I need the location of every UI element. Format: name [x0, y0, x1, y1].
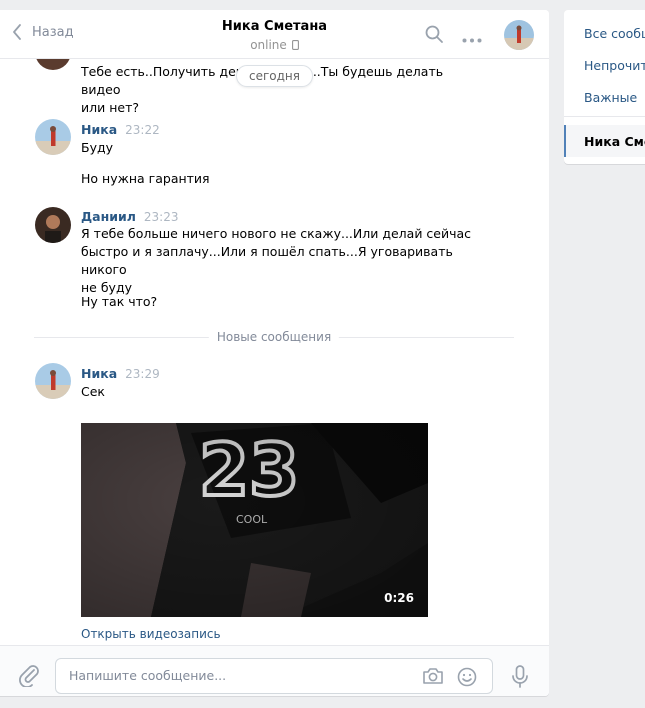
- message-time[interactable]: 23:29: [125, 367, 160, 381]
- online-status: online: [250, 38, 299, 52]
- video-attachment[interactable]: 23 COOL 0:26: [81, 423, 428, 617]
- nav-all-messages[interactable]: Все сообщения: [584, 26, 645, 41]
- message-text: Я тебе больше ничего нового не скажу...И…: [81, 225, 501, 297]
- contact-avatar[interactable]: [504, 20, 534, 50]
- message-input-wrap: [55, 658, 493, 694]
- message-line: или нет?: [81, 100, 139, 115]
- author-name[interactable]: Ника: [81, 122, 117, 137]
- open-video-link[interactable]: Открыть видеозапись: [81, 627, 221, 641]
- folders-panel: Все сообщения Непрочитанные Важные Ника …: [564, 10, 645, 164]
- more-icon[interactable]: [462, 32, 482, 47]
- author-name[interactable]: Ника: [81, 366, 117, 381]
- message-text: Ну так что?: [81, 294, 158, 309]
- status-text: online: [250, 38, 287, 52]
- divider-label: Новые сообщения: [208, 330, 340, 344]
- active-chat-name[interactable]: Ника Сметана: [584, 134, 645, 149]
- smile-icon[interactable]: [456, 666, 478, 692]
- avatar[interactable]: [35, 119, 71, 155]
- message-author[interactable]: Ника 23:22: [81, 122, 160, 137]
- author-name[interactable]: Даниил: [81, 209, 136, 224]
- message-text: Сек: [81, 384, 105, 399]
- message-author[interactable]: Даниил 23:23: [81, 209, 178, 224]
- paperclip-icon[interactable]: [18, 663, 40, 691]
- message-text: Буду: [81, 140, 114, 155]
- date-badge: сегодня: [236, 65, 313, 87]
- avatar[interactable]: [35, 59, 71, 70]
- chat-panel: Назад Ника Сметана online Тебе есть..Пол…: [0, 10, 549, 696]
- panel-divider: [564, 116, 645, 117]
- video-thumbnail: 23 COOL: [81, 423, 428, 617]
- nav-unread[interactable]: Непрочитанные: [584, 58, 645, 73]
- avatar[interactable]: [35, 207, 71, 243]
- camera-icon[interactable]: [422, 666, 444, 690]
- search-icon[interactable]: [424, 24, 444, 48]
- nav-important[interactable]: Важные: [584, 90, 637, 105]
- avatar[interactable]: [35, 363, 71, 399]
- message-history[interactable]: Тебе есть..Получить деньги и всё)...Ты б…: [0, 59, 549, 645]
- message-composer: [0, 645, 549, 696]
- message-time[interactable]: 23:23: [144, 210, 179, 224]
- message-text: Но нужна гарантия: [81, 171, 210, 186]
- new-messages-divider: Новые сообщения: [34, 330, 514, 344]
- video-duration: 0:26: [384, 591, 414, 605]
- message-line: Я тебе больше ничего нового не скажу...И…: [81, 226, 472, 241]
- message-line: быстро и я заплачу...Или я пошёл спать..…: [81, 244, 453, 277]
- chat-header: Назад Ника Сметана online: [0, 10, 549, 59]
- message-input[interactable]: [69, 668, 399, 683]
- mobile-icon: [291, 40, 299, 50]
- microphone-icon[interactable]: [511, 665, 529, 693]
- active-chat-item[interactable]: Ника Сметана: [564, 125, 645, 157]
- message-time[interactable]: 23:22: [125, 123, 160, 137]
- message-author[interactable]: Ника 23:29: [81, 366, 160, 381]
